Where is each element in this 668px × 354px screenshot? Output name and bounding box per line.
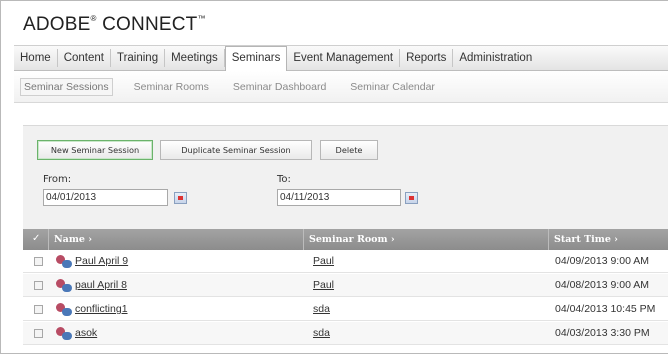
duplicate-seminar-session-button[interactable]: Duplicate Seminar Session (160, 140, 312, 160)
row-checkbox[interactable] (34, 281, 43, 290)
seminar-room-link[interactable]: sda (313, 298, 330, 321)
calendar-icon[interactable] (405, 192, 418, 204)
session-name-link[interactable]: asok (75, 322, 97, 345)
start-time: 04/08/2013 9:00 AM (555, 279, 649, 291)
seminar-room-link[interactable]: Paul (313, 250, 334, 273)
column-header-name[interactable]: Name › (54, 229, 92, 250)
seminar-session-icon (56, 303, 72, 316)
adobe-connect-logo: ADOBE® CONNECT™ (23, 14, 206, 35)
seminar-session-icon (56, 327, 72, 340)
from-label: From: (43, 174, 72, 185)
nav-training[interactable]: Training (111, 49, 166, 67)
row-checkbox[interactable] (34, 305, 43, 314)
table-row: conflicting1 sda 04/04/2013 10:45 PM (23, 298, 668, 321)
column-header-seminar-room[interactable]: Seminar Room › (309, 229, 395, 250)
table-row: asok sda 04/03/2013 3:30 PM (23, 322, 668, 345)
start-time: 04/04/2013 10:45 PM (555, 303, 656, 315)
subnav-seminar-calendar[interactable]: Seminar Calendar (347, 79, 438, 95)
seminar-room-link[interactable]: sda (313, 322, 330, 345)
start-time: 04/03/2013 3:30 PM (555, 327, 650, 339)
nav-meetings[interactable]: Meetings (165, 49, 225, 67)
table-header: ✓ Name › Seminar Room › Start Time › (23, 229, 668, 250)
row-checkbox[interactable] (34, 257, 43, 266)
table-row: paul April 8 Paul 04/08/2013 9:00 AM (23, 274, 668, 297)
session-name-link[interactable]: paul April 8 (75, 274, 127, 297)
from-date-input[interactable]: 04/01/2013 (43, 189, 168, 206)
delete-button[interactable]: Delete (320, 140, 378, 160)
subnav-seminar-rooms[interactable]: Seminar Rooms (131, 79, 212, 95)
to-label: To: (277, 174, 291, 185)
calendar-icon[interactable] (174, 192, 187, 204)
session-name-link[interactable]: conflicting1 (75, 298, 128, 321)
column-header-start-time[interactable]: Start Time › (554, 229, 618, 250)
session-name-link[interactable]: Paul April 9 (75, 250, 128, 273)
app-window: ADOBE® CONNECT™ Home Content Training Me… (0, 0, 668, 354)
new-seminar-session-button[interactable]: New Seminar Session (37, 140, 153, 160)
seminar-session-icon (56, 255, 72, 268)
nav-reports[interactable]: Reports (400, 49, 454, 67)
seminar-session-icon (56, 279, 72, 292)
main-nav: Home Content Training Meetings Seminars … (14, 45, 668, 71)
sub-nav: Seminar Sessions Seminar Rooms Seminar D… (14, 71, 668, 103)
nav-seminars[interactable]: Seminars (224, 46, 288, 71)
subnav-seminar-sessions[interactable]: Seminar Sessions (20, 77, 113, 96)
table-row: Paul April 9 Paul 04/09/2013 9:00 AM (23, 250, 668, 273)
to-date-input[interactable]: 04/11/2013 (277, 189, 401, 206)
start-time: 04/09/2013 9:00 AM (555, 255, 649, 267)
row-checkbox[interactable] (34, 329, 43, 338)
select-all-checkmark[interactable]: ✓ (32, 233, 40, 244)
seminar-room-link[interactable]: Paul (313, 274, 334, 297)
nav-home[interactable]: Home (14, 49, 58, 67)
nav-event-management[interactable]: Event Management (287, 49, 401, 67)
filter-panel: New Seminar Session Duplicate Seminar Se… (23, 125, 668, 229)
subnav-seminar-dashboard[interactable]: Seminar Dashboard (230, 79, 329, 95)
seminar-sessions-table: ✓ Name › Seminar Room › Start Time › Pau… (23, 229, 668, 353)
nav-content[interactable]: Content (58, 49, 111, 67)
nav-administration[interactable]: Administration (453, 49, 538, 67)
